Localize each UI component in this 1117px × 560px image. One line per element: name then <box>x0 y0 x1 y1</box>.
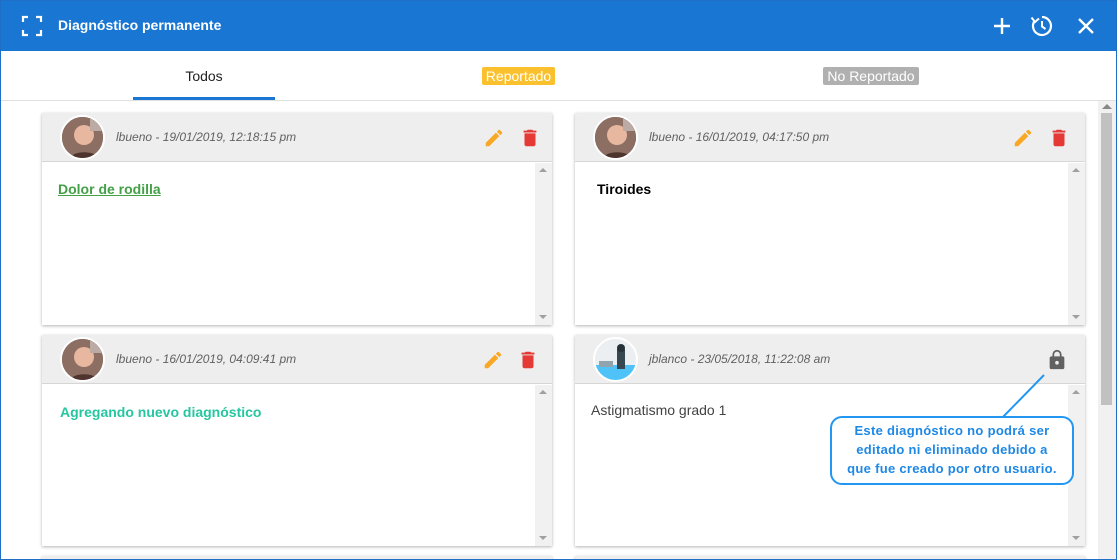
lock-explanation-callout: Este diagnóstico no podrá ser editado ni… <box>830 416 1074 485</box>
card-header: lbueno - 16/01/2019, 04:09:41 pm <box>42 335 552 384</box>
scroll-up-arrow[interactable] <box>1102 104 1112 109</box>
main-scrollbar[interactable] <box>1098 101 1116 559</box>
diagnosis-card: lbueno - 16/01/2019, 04:09:41 pm Agregan… <box>42 335 552 546</box>
diagnosis-card: lbueno - 16/01/2019, 04:17:50 pm Tiroide… <box>575 113 1085 325</box>
window-title: Diagnóstico permanente <box>58 17 222 33</box>
edit-icon[interactable] <box>483 127 505 149</box>
tab-todos[interactable]: Todos <box>133 51 275 100</box>
title-bar: Diagnóstico permanente <box>1 1 1116 51</box>
card-body: Tiroides <box>575 163 1085 325</box>
card-header: lbueno - 16/01/2019, 04:17:50 pm <box>575 113 1085 162</box>
callout-line-1: Este diagnóstico no podrá ser <box>854 423 1050 438</box>
plus-icon[interactable] <box>989 13 1015 39</box>
lock-icon <box>1049 349 1065 370</box>
diagnosis-card: lbueno - 19/01/2019, 12:18:15 pm Dolor d… <box>42 113 552 325</box>
avatar <box>593 337 638 382</box>
avatar <box>60 115 105 160</box>
edit-icon[interactable] <box>1012 127 1034 149</box>
active-tab-indicator <box>133 97 275 100</box>
tab-todos-label: Todos <box>185 67 223 84</box>
callout-line-3: que fue creado por otro usuario. <box>847 461 1057 476</box>
avatar <box>593 115 638 160</box>
avatar <box>60 337 105 382</box>
expand-icon[interactable] <box>21 15 43 37</box>
tab-no-reportado[interactable]: No Reportado <box>781 51 961 100</box>
diagnosis-text: Dolor de rodilla <box>58 181 161 197</box>
tab-bar: Todos Reportado No Reportado <box>1 51 1116 101</box>
callout-line-2: editado ni eliminado debido a <box>856 442 1048 457</box>
diagnosis-text: Astigmatismo grado 1 <box>591 402 727 418</box>
history-icon[interactable] <box>1029 13 1055 39</box>
card-body: Dolor de rodilla <box>42 163 552 325</box>
tab-reportado[interactable]: Reportado <box>441 51 596 100</box>
card-meta: jblanco - 23/05/2018, 11:22:08 am <box>649 352 831 366</box>
diagnosis-text: Agregando nuevo diagnóstico <box>60 404 262 420</box>
delete-icon[interactable] <box>519 127 541 149</box>
tab-reportado-label: Reportado <box>481 66 556 85</box>
card-meta: lbueno - 19/01/2019, 12:18:15 pm <box>116 130 297 144</box>
diagnosis-card-partial <box>42 556 552 559</box>
card-header: lbueno - 19/01/2019, 12:18:15 pm <box>42 113 552 162</box>
card-meta: lbueno - 16/01/2019, 04:17:50 pm <box>649 130 830 144</box>
card-scrollbar[interactable] <box>535 163 552 325</box>
card-body: Agregando nuevo diagnóstico <box>42 385 552 546</box>
edit-icon[interactable] <box>482 349 504 371</box>
card-header: jblanco - 23/05/2018, 11:22:08 am <box>575 335 1085 384</box>
diagnostico-window: Diagnóstico permanente Todos Reportado N… <box>0 0 1117 560</box>
card-scrollbar[interactable] <box>1068 163 1085 325</box>
card-meta: lbueno - 16/01/2019, 04:09:41 pm <box>116 352 297 366</box>
card-header <box>575 556 1085 559</box>
tab-no-reportado-label: No Reportado <box>823 66 919 85</box>
card-scrollbar[interactable] <box>535 385 552 546</box>
close-icon[interactable] <box>1073 13 1099 39</box>
diagnosis-card-partial <box>575 556 1085 559</box>
delete-icon[interactable] <box>517 349 539 371</box>
scroll-thumb[interactable] <box>1101 113 1112 405</box>
diagnosis-text: Tiroides <box>597 181 652 197</box>
cards-area: lbueno - 19/01/2019, 12:18:15 pm Dolor d… <box>1 101 1098 559</box>
delete-icon[interactable] <box>1048 127 1070 149</box>
card-header <box>42 556 552 559</box>
